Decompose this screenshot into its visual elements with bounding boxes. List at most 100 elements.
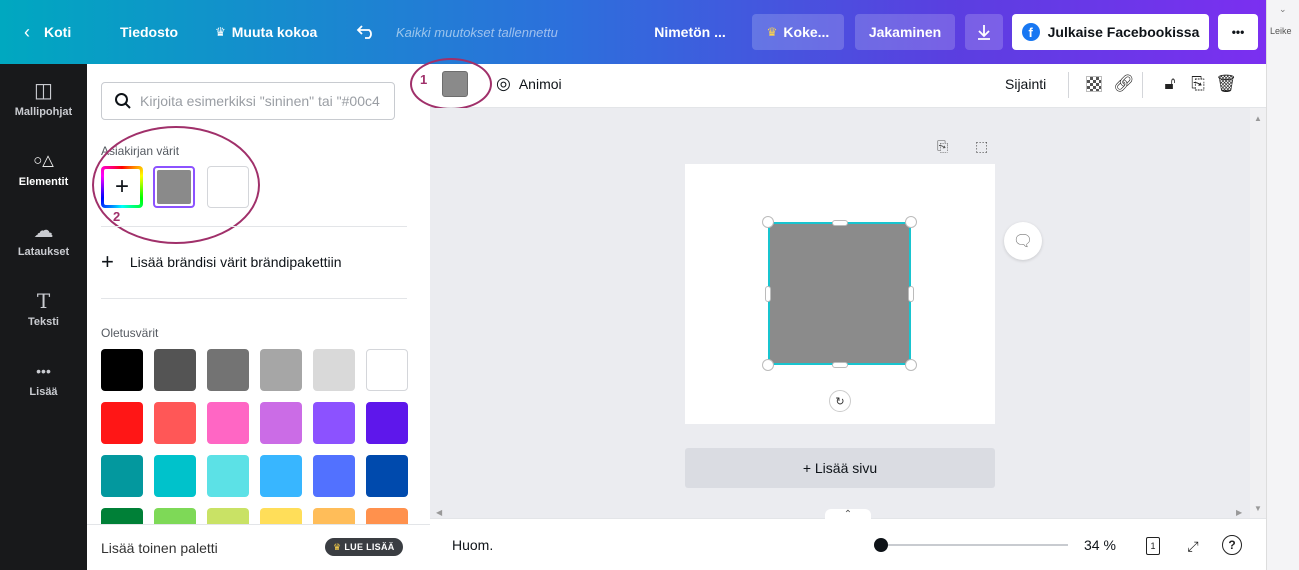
add-brand-colors-button[interactable]: + Lisää brändisi värit brändipakettiin [101,249,342,274]
default-color-swatch[interactable] [313,455,355,497]
default-color-swatch[interactable] [154,349,196,391]
canvas-area: ⎘ ⬚ ↻ 🗨︎ + Lisää sivu ▲ ▼ ◀ ▶ [430,108,1266,518]
annotation-number-2: 2 [113,209,121,224]
resize-handle[interactable] [905,216,917,228]
link-icon: 🔗︎ [1113,74,1135,93]
default-color-swatch[interactable] [366,349,408,391]
rail-item-uploads[interactable]: ☁ Lataukset [0,204,87,274]
rail-item-more[interactable]: ••• Lisää [0,344,87,414]
annotation-number-1: 1 [420,72,428,87]
more-icon: ••• [36,363,51,379]
upload-icon: ☁ [33,220,54,242]
default-color-swatch[interactable] [101,455,143,497]
rail-item-elements[interactable]: ○△ Elementit [0,134,87,204]
zoom-level[interactable]: 34 % [1084,519,1116,570]
collapse-notes-toggle[interactable]: ⌃ [825,509,871,521]
default-color-swatch[interactable] [207,402,249,444]
design-page[interactable]: ↻ [685,164,995,424]
default-color-swatch[interactable] [313,508,355,524]
resize-handle[interactable] [765,286,771,302]
publish-facebook-button[interactable]: f Julkaise Facebookissa [1012,14,1209,50]
lock-button[interactable]: 🔓︎ [1158,72,1182,96]
duplicate-page-icon[interactable]: ⎘ [937,138,948,155]
rotate-icon: ↻ [835,395,845,408]
color-search-input[interactable] [140,93,390,109]
resize-handle[interactable] [762,216,774,228]
default-color-swatch[interactable] [366,455,408,497]
duplicate-button[interactable]: ⎘ [1186,72,1210,96]
left-rail: ◫ Mallipohjat ○△ Elementit ☁ Lataukset T… [0,64,87,570]
resize-handle[interactable] [762,359,774,371]
position-button[interactable]: Sijainti [1005,64,1046,104]
default-color-swatch[interactable] [260,455,302,497]
selected-square-shape[interactable] [768,222,911,365]
save-status: Kaikki muutokset tallennettu [396,24,558,40]
trash-icon: 🗑︎ [1215,74,1237,93]
panel-footer: Lisää toinen paletti ♛ LUE LISÄÄ [87,524,430,570]
top-bar: ‹ Koti Tiedosto ♛ Muuta kokoa Kaikki muu… [0,0,1266,64]
try-pro-button[interactable]: ♛ Koke... [752,14,844,50]
context-toolbar: ◎ Animoi Sijainti 🔗︎ 🔓︎ ⎘ 🗑︎ [430,64,1266,108]
crown-icon: ♛ [766,25,778,39]
link-button[interactable]: 🔗︎ [1112,72,1136,96]
add-page-icon[interactable]: ⬚ [975,138,988,155]
transparency-button[interactable] [1082,72,1106,96]
resize-button[interactable]: ♛ Muuta kokoa [215,0,317,64]
search-icon [115,93,131,109]
edge-strip: ⌄ Leike [1266,0,1299,570]
delete-button[interactable]: 🗑︎ [1214,72,1238,96]
vertical-scrollbar[interactable]: ▲ ▼ [1250,108,1266,518]
default-color-swatch[interactable] [260,508,302,524]
duplicate-icon: ⎘ [1191,74,1205,93]
divider [101,298,407,299]
file-menu[interactable]: Tiedosto [120,0,178,64]
default-color-swatch[interactable] [313,402,355,444]
chevron-left-icon: ‹ [24,21,30,42]
resize-handle[interactable] [832,362,848,368]
read-more-badge[interactable]: ♛ LUE LISÄÄ [325,538,403,556]
add-comment-button[interactable]: 🗨︎ [1004,222,1042,260]
animate-button[interactable]: ◎ Animoi [496,64,562,104]
default-color-swatch[interactable] [366,402,408,444]
fullscreen-button[interactable]: ⤢ [1182,535,1204,557]
default-color-swatch[interactable] [101,349,143,391]
document-name[interactable]: Nimetön ... [638,14,742,50]
default-color-swatch[interactable] [154,455,196,497]
resize-handle[interactable] [908,286,914,302]
scroll-down-icon: ▼ [1254,504,1262,513]
default-color-swatch[interactable] [154,402,196,444]
zoom-slider-knob[interactable] [874,538,888,552]
bottom-bar: ⌃ Huom. 34 % 1 ⤢ ? [430,509,1266,570]
resize-handle[interactable] [905,359,917,371]
undo-button[interactable] [356,0,376,64]
default-color-swatch[interactable] [207,508,249,524]
default-color-swatch[interactable] [313,349,355,391]
scroll-up-icon: ▲ [1254,114,1262,123]
add-page-button[interactable]: + Lisää sivu [685,448,995,488]
more-options-button[interactable]: ••• [1218,14,1258,50]
default-color-swatch[interactable] [260,349,302,391]
share-button[interactable]: Jakaminen [855,14,955,50]
resize-handle[interactable] [832,220,848,226]
zoom-slider-track[interactable] [882,544,1068,546]
plus-icon: + [101,249,114,274]
default-color-swatch[interactable] [101,402,143,444]
default-color-swatch[interactable] [260,402,302,444]
default-color-swatch[interactable] [154,508,196,524]
rail-item-templates[interactable]: ◫ Mallipohjat [0,64,87,134]
rail-item-text[interactable]: T Teksti [0,274,87,344]
rotate-handle[interactable]: ↻ [829,390,851,412]
crown-icon: ♛ [215,25,226,39]
scroll-right-icon: ▶ [1236,508,1243,517]
download-button[interactable] [965,14,1003,50]
default-color-swatch[interactable] [207,349,249,391]
default-color-swatch[interactable] [101,508,143,524]
help-button[interactable]: ? [1222,535,1242,555]
default-color-swatch[interactable] [366,508,408,524]
help-icon: ? [1228,538,1236,552]
notes-button[interactable]: Huom. [452,519,493,570]
default-color-swatch[interactable] [207,455,249,497]
home-button[interactable]: ‹ Koti [24,0,71,64]
color-search[interactable] [101,82,395,120]
page-count-button[interactable]: 1 [1142,535,1164,557]
